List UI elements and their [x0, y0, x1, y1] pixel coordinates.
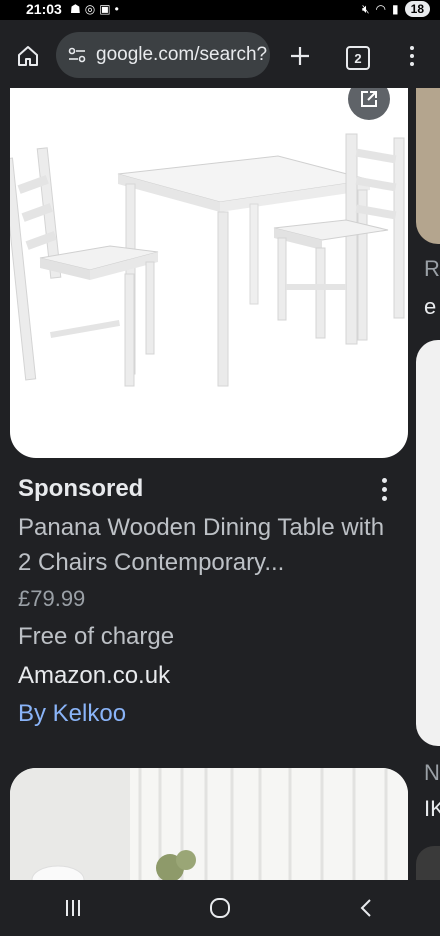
next-result-image[interactable] — [416, 88, 440, 244]
next-product-image[interactable] — [10, 768, 408, 880]
provider-link[interactable]: By Kelkoo — [18, 700, 126, 728]
search-results: R e N IK Sponsored Panana Wooden Dining … — [0, 88, 440, 880]
recents-button[interactable] — [53, 888, 93, 928]
dot-icon: • — [114, 2, 119, 16]
browser-toolbar: google.com/search? 2 — [0, 20, 440, 88]
product-title[interactable]: Panana Wooden Dining Table with 2 Chairs… — [18, 510, 390, 580]
battery-indicator: 18 — [404, 1, 430, 17]
merchant-name[interactable]: Amazon.co.uk — [18, 662, 170, 690]
back-icon — [360, 899, 371, 917]
next-result-label[interactable]: R — [424, 256, 440, 282]
snapchat-icon: ☗ — [70, 2, 81, 16]
status-system-icons: 🔇︎ ◠ ▮ 18 — [362, 1, 430, 17]
back-button[interactable] — [347, 888, 387, 928]
shipping-info: Free of charge — [18, 623, 175, 650]
next-result-label-2[interactable]: N — [424, 760, 440, 786]
recents-icon — [66, 900, 81, 916]
home-button[interactable] — [14, 42, 42, 70]
address-bar[interactable]: google.com/search? — [56, 32, 270, 78]
more-options-icon[interactable] — [378, 478, 390, 506]
signal-icon: ▮ — [392, 2, 399, 16]
home-nav-icon — [209, 898, 230, 918]
home-icon — [18, 46, 38, 66]
sponsored-label: Sponsored — [18, 475, 144, 502]
more-vert-icon[interactable] — [404, 42, 420, 70]
next-result-title[interactable]: e — [424, 294, 436, 320]
wifi-icon: ◠ — [375, 2, 387, 16]
mute-icon: 🔇︎ — [361, 1, 370, 16]
home-nav-button[interactable] — [200, 888, 240, 928]
status-notification-icons: ☗ ◎ ▣ • — [70, 2, 119, 16]
site-settings-icon[interactable] — [66, 44, 88, 66]
dining-set-illustration — [10, 133, 405, 387]
tab-count: 2 — [354, 50, 362, 66]
curtain-room-illustration — [10, 768, 408, 880]
tabs-button[interactable]: 2 — [346, 46, 370, 70]
chrome-icon: ◎ — [84, 2, 96, 16]
screenshot-icon: ▣ — [99, 2, 111, 16]
status-time: 21:03 — [26, 1, 62, 17]
status-bar: 21:03 ☗ ◎ ▣ • 🔇︎ ◠ ▮ 18 — [0, 0, 440, 20]
next-result-title-2[interactable]: IK — [424, 796, 440, 822]
plus-icon — [291, 47, 309, 65]
new-tab-button[interactable] — [286, 42, 314, 70]
open-external-icon — [361, 91, 377, 107]
product-price: £79.99 — [18, 586, 86, 611]
next-result-image-2[interactable] — [416, 340, 440, 746]
product-image[interactable] — [10, 88, 408, 458]
next-result-image-3[interactable] — [416, 846, 440, 880]
url-text[interactable]: google.com/search? — [96, 44, 267, 66]
system-navigation-bar — [0, 880, 440, 936]
